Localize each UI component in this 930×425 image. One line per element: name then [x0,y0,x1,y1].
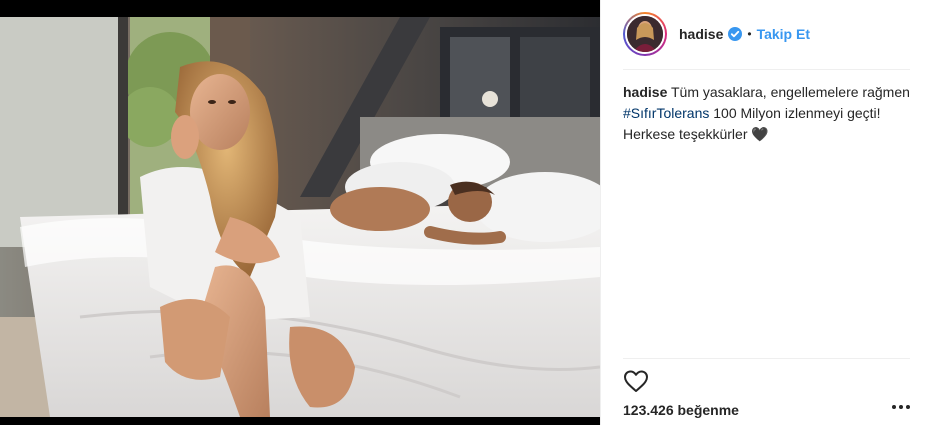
avatar[interactable] [623,12,667,56]
profile-picture [627,16,663,52]
caption-text-start: Tüm yasaklara, engellemelere rağmen [667,84,910,100]
post-header: hadise • Takip Et [601,0,930,68]
caption-username[interactable]: hadise [623,84,667,100]
more-dot [906,405,910,409]
divider-bottom [623,358,910,359]
black-heart-emoji: 🖤 [751,126,769,142]
post-caption: hadise Tüm yasaklara, engellemelere rağm… [623,82,913,145]
heart-outline-icon[interactable] [623,369,649,393]
separator-dot: • [747,27,752,41]
verified-badge-icon [728,27,743,41]
more-dot [899,405,903,409]
divider-top [623,69,910,70]
post-photo[interactable] [0,0,600,425]
avatar-image [625,14,665,54]
likes-count[interactable]: 123.426 beğenme [623,402,739,418]
username[interactable]: hadise [679,26,723,42]
more-dot [892,405,896,409]
post-photo-image [0,17,600,417]
instagram-post: hadise • Takip Et hadise Tüm yasaklara, … [0,0,930,425]
more-options-icon[interactable] [892,405,910,409]
caption-hashtag[interactable]: #SıfırTolerans [623,105,709,121]
follow-button[interactable]: Takip Et [757,26,810,42]
post-side-panel: hadise • Takip Et hadise Tüm yasaklara, … [600,0,930,425]
